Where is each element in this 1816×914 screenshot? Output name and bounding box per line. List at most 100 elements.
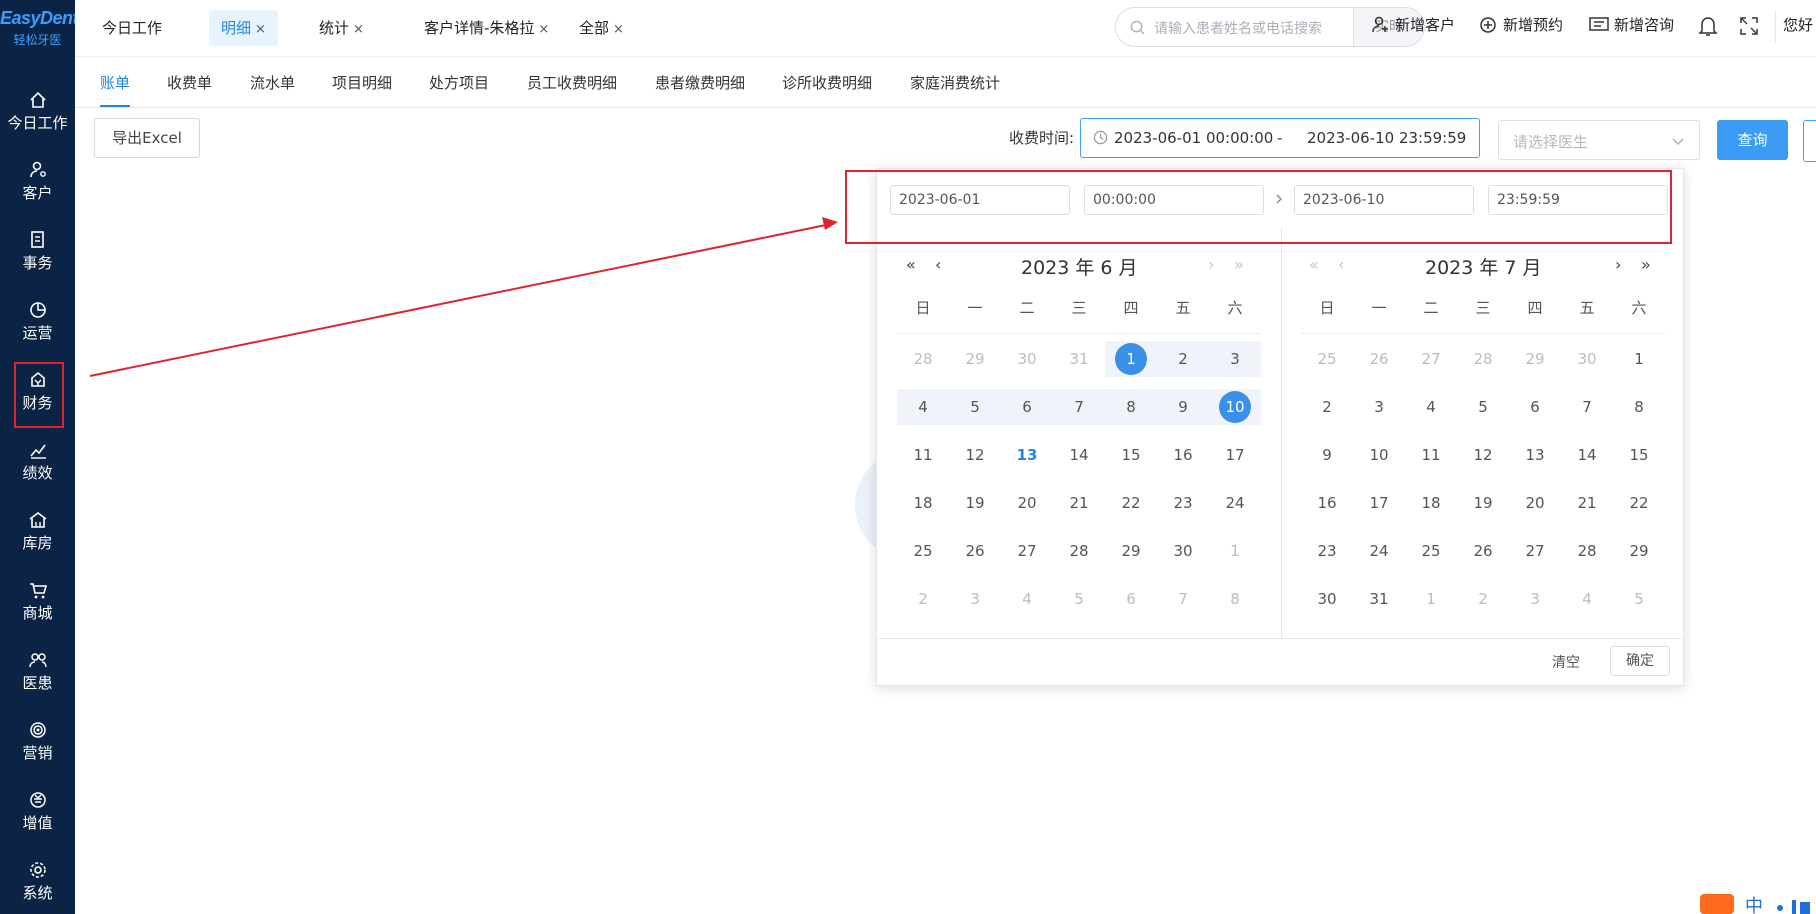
calendar-day[interactable]: 27 [1509, 534, 1561, 568]
top-tab[interactable]: 明细 × [209, 10, 278, 46]
calendar-day-selected[interactable]: 1 [1115, 343, 1147, 375]
calendar-day[interactable]: 16 [1157, 438, 1209, 472]
calendar-day[interactable]: 21 [1053, 486, 1105, 520]
doctor-select[interactable]: 请选择医生 [1498, 120, 1700, 160]
calendar-day[interactable]: 4 [1001, 582, 1053, 616]
sidebar-item[interactable]: 医患 [0, 640, 75, 702]
calendar-day[interactable]: 24 [1209, 486, 1261, 520]
calendar-day[interactable]: 18 [1405, 486, 1457, 520]
calendar-day[interactable]: 8 [1105, 390, 1157, 424]
calendar-day[interactable]: 30 [1001, 342, 1053, 376]
calendar-day[interactable]: 2 [1301, 390, 1353, 424]
calendar-day[interactable]: 1 [1405, 582, 1457, 616]
calendar-day-selected[interactable]: 10 [1219, 391, 1251, 423]
sidebar-item[interactable]: 运营 [0, 290, 75, 352]
calendar-day[interactable]: 28 [1457, 342, 1509, 376]
calendar-day[interactable]: 20 [1509, 486, 1561, 520]
calendar-day[interactable]: 28 [1561, 534, 1613, 568]
calendar-day[interactable]: 17 [1209, 438, 1261, 472]
close-icon[interactable]: × [255, 22, 266, 37]
calendar-day[interactable]: 26 [949, 534, 1001, 568]
calendar-day[interactable]: 26 [1457, 534, 1509, 568]
calendar-day[interactable]: 23 [1157, 486, 1209, 520]
calendar-day[interactable]: 4 [897, 390, 949, 424]
calendar-day[interactable]: 3 [1353, 390, 1405, 424]
calendar-day[interactable]: 14 [1053, 438, 1105, 472]
calendar-day[interactable]: 11 [1405, 438, 1457, 472]
calendar-day[interactable]: 24 [1353, 534, 1405, 568]
top-tab[interactable]: 统计 × [307, 10, 376, 46]
calendar-day[interactable]: 7 [1053, 390, 1105, 424]
calendar-day[interactable]: 15 [1105, 438, 1157, 472]
sidebar-item[interactable]: 事务 [0, 220, 75, 282]
calendar-day[interactable]: 5 [1053, 582, 1105, 616]
sidebar-item[interactable]: 商城 [0, 570, 75, 632]
calendar-day[interactable]: 8 [1613, 390, 1665, 424]
calendar-day[interactable]: 6 [1105, 582, 1157, 616]
reset-button[interactable] [1803, 120, 1816, 162]
top-tab[interactable]: 客户详情-朱格拉 × [412, 10, 561, 46]
prev-year-left-icon[interactable]: « [906, 255, 916, 274]
calendar-day[interactable]: 9 [1301, 438, 1353, 472]
sidebar-item[interactable]: 增值 [0, 780, 75, 842]
calendar-day[interactable]: 10 [1353, 438, 1405, 472]
calendar-day[interactable]: 7 [1157, 582, 1209, 616]
calendar-day[interactable]: 9 [1157, 390, 1209, 424]
calendar-day[interactable]: 3 [1509, 582, 1561, 616]
calendar-day[interactable]: 16 [1301, 486, 1353, 520]
calendar-day[interactable]: 14 [1561, 438, 1613, 472]
sub-tab[interactable]: 处方项目 [429, 72, 489, 93]
calendar-day[interactable]: 11 [897, 438, 949, 472]
calendar-day[interactable]: 3 [1209, 342, 1261, 376]
sidebar-item[interactable]: 营销 [0, 710, 75, 772]
clear-button[interactable]: 清空 [1552, 652, 1580, 672]
calendar-day[interactable]: 5 [1613, 582, 1665, 616]
calendar-day[interactable]: 15 [1613, 438, 1665, 472]
calendar-day[interactable]: 7 [1561, 390, 1613, 424]
calendar-day[interactable]: 17 [1353, 486, 1405, 520]
sub-tab[interactable]: 诊所收费明细 [782, 72, 872, 93]
sidebar-item[interactable]: 绩效 [0, 430, 75, 492]
calendar-day[interactable]: 25 [1405, 534, 1457, 568]
calendar-day[interactable]: 23 [1301, 534, 1353, 568]
calendar-day[interactable]: 8 [1209, 582, 1261, 616]
calendar-day[interactable]: 28 [897, 342, 949, 376]
calendar-day[interactable]: 4 [1561, 582, 1613, 616]
calendar-day[interactable]: 3 [949, 582, 1001, 616]
calendar-day[interactable]: 25 [1301, 342, 1353, 376]
sidebar-item[interactable]: 财务 [0, 360, 75, 428]
ime-toolbar-icon[interactable]: 中 [1700, 890, 1816, 914]
close-icon[interactable]: × [538, 22, 549, 37]
top-tab[interactable]: 全部 × [567, 10, 636, 46]
logo[interactable]: EasyDent 轻松牙医 [0, 8, 79, 48]
calendar-day[interactable]: 29 [1105, 534, 1157, 568]
calendar-day[interactable]: 28 [1053, 534, 1105, 568]
bell-icon[interactable] [1698, 15, 1718, 37]
calendar-day[interactable]: 12 [949, 438, 1001, 472]
calendar-day[interactable]: 1 [1209, 534, 1261, 568]
sub-tab[interactable]: 账单 [100, 72, 131, 107]
sidebar-item[interactable]: 客户 [0, 150, 75, 212]
new-customer-button[interactable]: 新增客户 [1372, 14, 1455, 35]
user-greeting[interactable]: 您好 [1783, 14, 1813, 35]
sub-tab[interactable]: 项目明细 [332, 72, 392, 93]
calendar-day[interactable]: 5 [949, 390, 1001, 424]
calendar-day[interactable]: 6 [1509, 390, 1561, 424]
calendar-day[interactable]: 18 [897, 486, 949, 520]
calendar-day[interactable]: 20 [1001, 486, 1053, 520]
calendar-day[interactable]: 31 [1353, 582, 1405, 616]
calendar-day[interactable]: 30 [1157, 534, 1209, 568]
sidebar-item[interactable]: 今日工作 [0, 80, 75, 142]
calendar-day[interactable]: 6 [1001, 390, 1053, 424]
close-icon[interactable]: × [613, 22, 624, 37]
sub-tab[interactable]: 患者缴费明细 [655, 72, 745, 93]
calendar-day[interactable]: 29 [949, 342, 1001, 376]
search-input[interactable]: 请输入患者姓名或电话搜索 [1154, 18, 1322, 38]
sidebar-item[interactable]: 系统 [0, 850, 75, 912]
calendar-day[interactable]: 22 [1613, 486, 1665, 520]
sub-tab[interactable]: 收费单 [167, 72, 212, 93]
query-button[interactable]: 查询 [1717, 120, 1788, 160]
calendar-day[interactable]: 5 [1457, 390, 1509, 424]
top-tab[interactable]: 今日工作 [90, 10, 174, 46]
calendar-day[interactable]: 19 [1457, 486, 1509, 520]
